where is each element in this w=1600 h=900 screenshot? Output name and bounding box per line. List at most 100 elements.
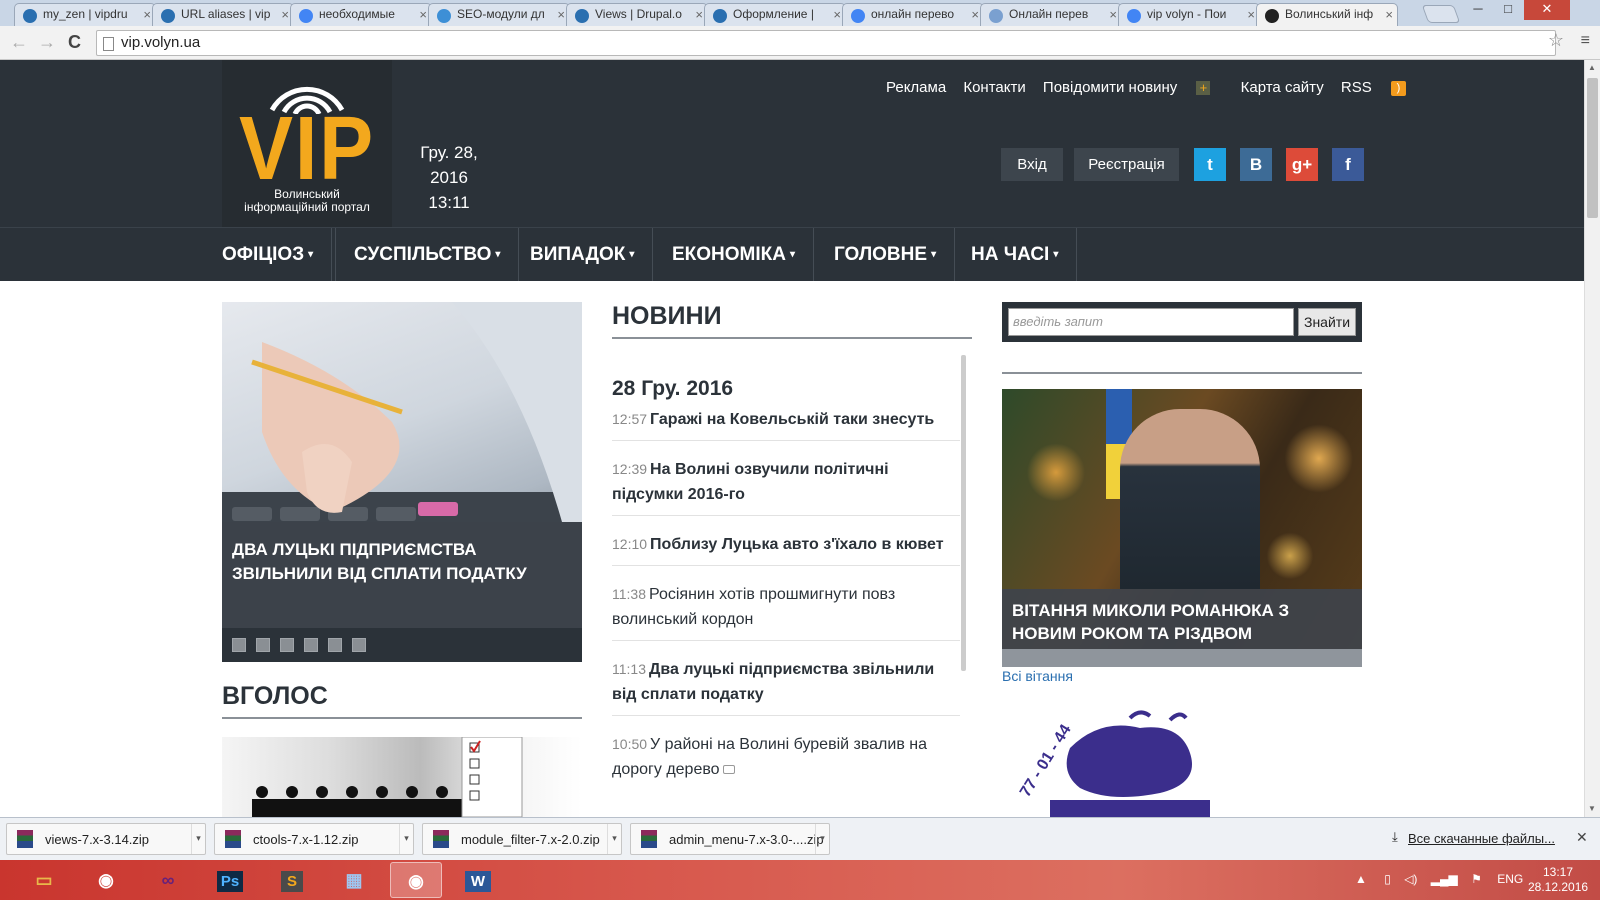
news-scrollbar[interactable]	[961, 355, 966, 671]
browser-tab[interactable]: онлайн перево ×	[842, 3, 984, 26]
greeting-caption[interactable]: ВІТАННЯ МИКОЛИ РОМАНЮКА З НОВИМ РОКОМ ТА…	[1002, 589, 1362, 666]
volume-icon[interactable]: ◁)	[1404, 872, 1417, 886]
scrollbar-thumb[interactable]	[1587, 78, 1598, 218]
reload-icon[interactable]: C	[68, 32, 81, 53]
chevron-down-icon[interactable]: ▾	[399, 824, 413, 854]
system-clock[interactable]: 13:17 28.12.2016	[1528, 865, 1588, 895]
all-downloads-link[interactable]: Все скачанные файлы...	[1408, 831, 1555, 846]
visual-studio-icon[interactable]: ∞	[142, 862, 194, 898]
link-report-news[interactable]: Повідомити новину +	[1043, 79, 1224, 96]
link-ads[interactable]: Реклама	[886, 79, 946, 96]
close-tab-icon[interactable]: ×	[1109, 7, 1117, 22]
browser-tab[interactable]: my_zen | vipdru ×	[14, 3, 156, 26]
scroll-up-icon[interactable]: ▲	[1588, 63, 1596, 72]
greeting-banner[interactable]: ВІТАННЯ МИКОЛИ РОМАНЮКА З НОВИМ РОКОМ ТА…	[1002, 389, 1362, 667]
browser-tab[interactable]: vip volyn - Пои ×	[1118, 3, 1260, 26]
news-item[interactable]: 12:39 На Волині озвучили політичні підсум…	[612, 441, 960, 516]
login-button[interactable]: Вхід	[1001, 148, 1063, 181]
slider-dot[interactable]	[304, 638, 318, 652]
close-tab-icon[interactable]: ×	[1247, 7, 1255, 22]
signal-icon[interactable]: ▂▄▆	[1431, 872, 1458, 886]
download-item[interactable]: ctools-7.x-1.12.zip ▾	[214, 823, 414, 855]
chrome-active-icon[interactable]: ◉	[390, 862, 442, 898]
network-icon[interactable]: ▯	[1384, 872, 1391, 886]
slider-dot[interactable]	[328, 638, 342, 652]
download-item[interactable]: admin_menu-7.x-3.0-....zip ▾	[630, 823, 830, 855]
explorer-icon[interactable]: ▭	[18, 862, 70, 898]
browser-tab[interactable]: Волинський інф ×	[1256, 3, 1398, 26]
news-item[interactable]: 12:57 Гаражі на Ковельській таки знесуть	[612, 401, 960, 441]
chrome-icon[interactable]: ◉	[80, 862, 132, 898]
page-scrollbar[interactable]: ▲ ▼	[1584, 60, 1600, 817]
photoshop-icon[interactable]: Ps	[204, 862, 256, 898]
browser-tab[interactable]: SEO-модули дл ×	[428, 3, 570, 26]
maximize-button[interactable]: □	[1492, 0, 1524, 20]
slider-dot[interactable]	[352, 638, 366, 652]
language-indicator[interactable]: ENG	[1497, 872, 1523, 886]
news-item[interactable]: 12:10 Поблизу Луцька авто з'їхало в кювет	[612, 516, 960, 566]
slider-caption[interactable]: ДВА ЛУЦЬКІ ПІДПРИЄМСТВА ЗВІЛЬНИЛИ ВІД СП…	[222, 522, 582, 628]
nav-vypadok[interactable]: ВИПАДОК ▾	[512, 228, 654, 281]
promo-banner[interactable]: 77 - 01 - 44	[1010, 708, 1230, 817]
site-logo[interactable]: VIP Волинський інформаційний портал	[222, 60, 392, 227]
browser-tab[interactable]: URL aliases | vip ×	[152, 3, 294, 26]
all-greetings-link[interactable]: Всі вітання	[1002, 668, 1073, 684]
vgolos-image[interactable]	[222, 737, 582, 817]
register-button[interactable]: Реєстрація	[1074, 148, 1179, 181]
flag-icon[interactable]: ⚑	[1471, 872, 1482, 886]
browser-tab[interactable]: Оформление | ×	[704, 3, 846, 26]
address-bar[interactable]: vip.volyn.ua	[96, 30, 1556, 56]
tray-expand-icon[interactable]: ▲	[1355, 872, 1367, 886]
close-icon[interactable]: ✕	[1576, 829, 1588, 846]
link-rss[interactable]: RSS )	[1341, 79, 1419, 96]
control-panel-icon[interactable]: ▦	[328, 862, 380, 898]
nav-suspilstvo[interactable]: СУСПІЛЬСТВО ▾	[335, 228, 520, 281]
google-plus-icon[interactable]: g+	[1286, 148, 1318, 181]
news-item[interactable]: 11:13 Два луцькі підприємства звільнили в…	[612, 641, 960, 716]
chevron-down-icon[interactable]: ▾	[815, 824, 829, 854]
sublime-icon[interactable]: S	[266, 862, 318, 898]
download-item[interactable]: views-7.x-3.14.zip ▾	[6, 823, 206, 855]
browser-tab[interactable]: Views | Drupal.o ×	[566, 3, 708, 26]
featured-slider[interactable]: ДВА ЛУЦЬКІ ПІДПРИЄМСТВА ЗВІЛЬНИЛИ ВІД СП…	[222, 302, 582, 662]
search-button[interactable]: Знайти	[1298, 308, 1356, 336]
twitter-icon[interactable]: t	[1194, 148, 1226, 181]
chevron-down-icon[interactable]: ▾	[191, 824, 205, 854]
close-tab-icon[interactable]: ×	[281, 7, 289, 22]
word-icon[interactable]: W	[452, 862, 504, 898]
browser-tab[interactable]: необходимые ×	[290, 3, 432, 26]
close-tab-icon[interactable]: ×	[557, 7, 565, 22]
link-sitemap[interactable]: Карта сайту	[1241, 79, 1324, 96]
download-item[interactable]: module_filter-7.x-2.0.zip ▾	[422, 823, 622, 855]
nav-ekonomika[interactable]: ЕКОНОМІКА ▾	[654, 228, 815, 281]
vk-icon[interactable]: B	[1240, 148, 1272, 181]
link-contacts[interactable]: Контакти	[963, 79, 1025, 96]
chevron-down-icon: ▾	[308, 249, 314, 261]
close-tab-icon[interactable]: ×	[143, 7, 151, 22]
nav-na-chasi[interactable]: НА ЧАСІ ▾	[953, 228, 1078, 281]
close-tab-icon[interactable]: ×	[1385, 7, 1393, 22]
browser-menu-icon[interactable]: ≡	[1581, 32, 1590, 50]
scroll-down-icon[interactable]: ▼	[1588, 804, 1596, 813]
close-tab-icon[interactable]: ×	[695, 7, 703, 22]
bookmark-star-icon[interactable]: ☆	[1548, 30, 1564, 51]
chevron-down-icon[interactable]: ▾	[607, 824, 621, 854]
slider-dot[interactable]	[256, 638, 270, 652]
nav-oficioz[interactable]: ОФІЦІОЗ ▾	[204, 228, 333, 281]
nav-golovne[interactable]: ГОЛОВНЕ ▾	[816, 228, 956, 281]
browser-tab[interactable]: Онлайн перев ×	[980, 3, 1122, 26]
news-item[interactable]: 10:50 У районі на Волині буревій звалив н…	[612, 716, 960, 790]
forward-icon[interactable]: →	[38, 32, 56, 53]
new-tab-button[interactable]	[1421, 5, 1461, 23]
close-tab-icon[interactable]: ×	[971, 7, 979, 22]
close-tab-icon[interactable]: ×	[419, 7, 427, 22]
close-tab-icon[interactable]: ×	[833, 7, 841, 22]
facebook-icon[interactable]: f	[1332, 148, 1364, 181]
search-input[interactable]: введіть запит	[1008, 308, 1294, 336]
slider-dot[interactable]	[232, 638, 246, 652]
close-window-button[interactable]: ✕	[1524, 0, 1570, 20]
minimize-button[interactable]: ─	[1462, 0, 1494, 20]
news-item[interactable]: 11:38 Росіянин хотів прошмигнути повз вол…	[612, 566, 960, 641]
back-icon[interactable]: ←	[10, 32, 28, 53]
slider-dot[interactable]	[280, 638, 294, 652]
